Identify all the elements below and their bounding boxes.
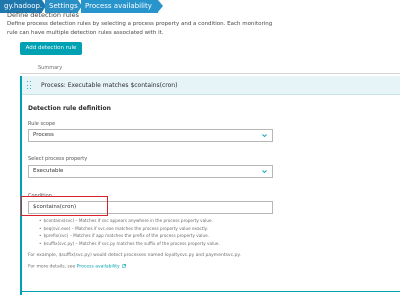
- process-availability-link[interactable]: Process availability: [77, 265, 120, 270]
- drag-handle-icon[interactable]: [27, 81, 32, 90]
- list-item: $contains(svc) – Matches if svc appears …: [39, 217, 369, 225]
- divider: [20, 291, 400, 292]
- detection-rule-row[interactable]: Process: Executable matches $contains(cr…: [22, 76, 400, 95]
- breadcrumb-separator: [158, 0, 163, 12]
- list-item: $suffix(svc.py) – Matches if svc.py matc…: [39, 240, 369, 248]
- example-text: For example, $suffix(svc.py) would detec…: [28, 253, 241, 258]
- rule-scope-label: Rule scope: [28, 121, 56, 127]
- summary-header-label: Summary: [38, 65, 63, 71]
- rule-scope-value: Process: [33, 132, 54, 138]
- details-text: For more details, see Process availabili…: [28, 264, 126, 270]
- chevron-down-icon: [262, 170, 267, 174]
- process-property-select[interactable]: Executable: [28, 165, 273, 178]
- breadcrumb-process-availability[interactable]: Process availability: [81, 0, 158, 13]
- section-description: Define process detection rules by select…: [7, 21, 273, 36]
- chevron-down-icon: [262, 134, 267, 138]
- rule-scope-select[interactable]: Process: [28, 129, 273, 142]
- detection-rule-summary: Process: Executable matches $contains(cr…: [41, 82, 178, 89]
- details-prefix: For more details, see: [28, 264, 77, 270]
- add-detection-rule-button[interactable]: Add detection rule: [20, 42, 82, 55]
- summary-column-header: Summary: [20, 62, 400, 74]
- condition-help-list: $contains(svc) – Matches if svc appears …: [39, 217, 369, 247]
- detection-rule-panel: Process: Executable matches $contains(cr…: [20, 76, 400, 295]
- process-property-value: Executable: [33, 168, 64, 174]
- definition-title: Detection rule definition: [28, 105, 111, 112]
- process-property-label: Select process property: [28, 156, 88, 162]
- list-item: $eq(svc.exe) – Matches if svc.exe matche…: [39, 225, 369, 233]
- highlight-box: [21, 196, 108, 216]
- section-title: Define detection rules: [7, 11, 80, 19]
- list-item: $prefix(svc) – Matches if app matches th…: [39, 232, 369, 240]
- external-link-icon[interactable]: [122, 264, 126, 268]
